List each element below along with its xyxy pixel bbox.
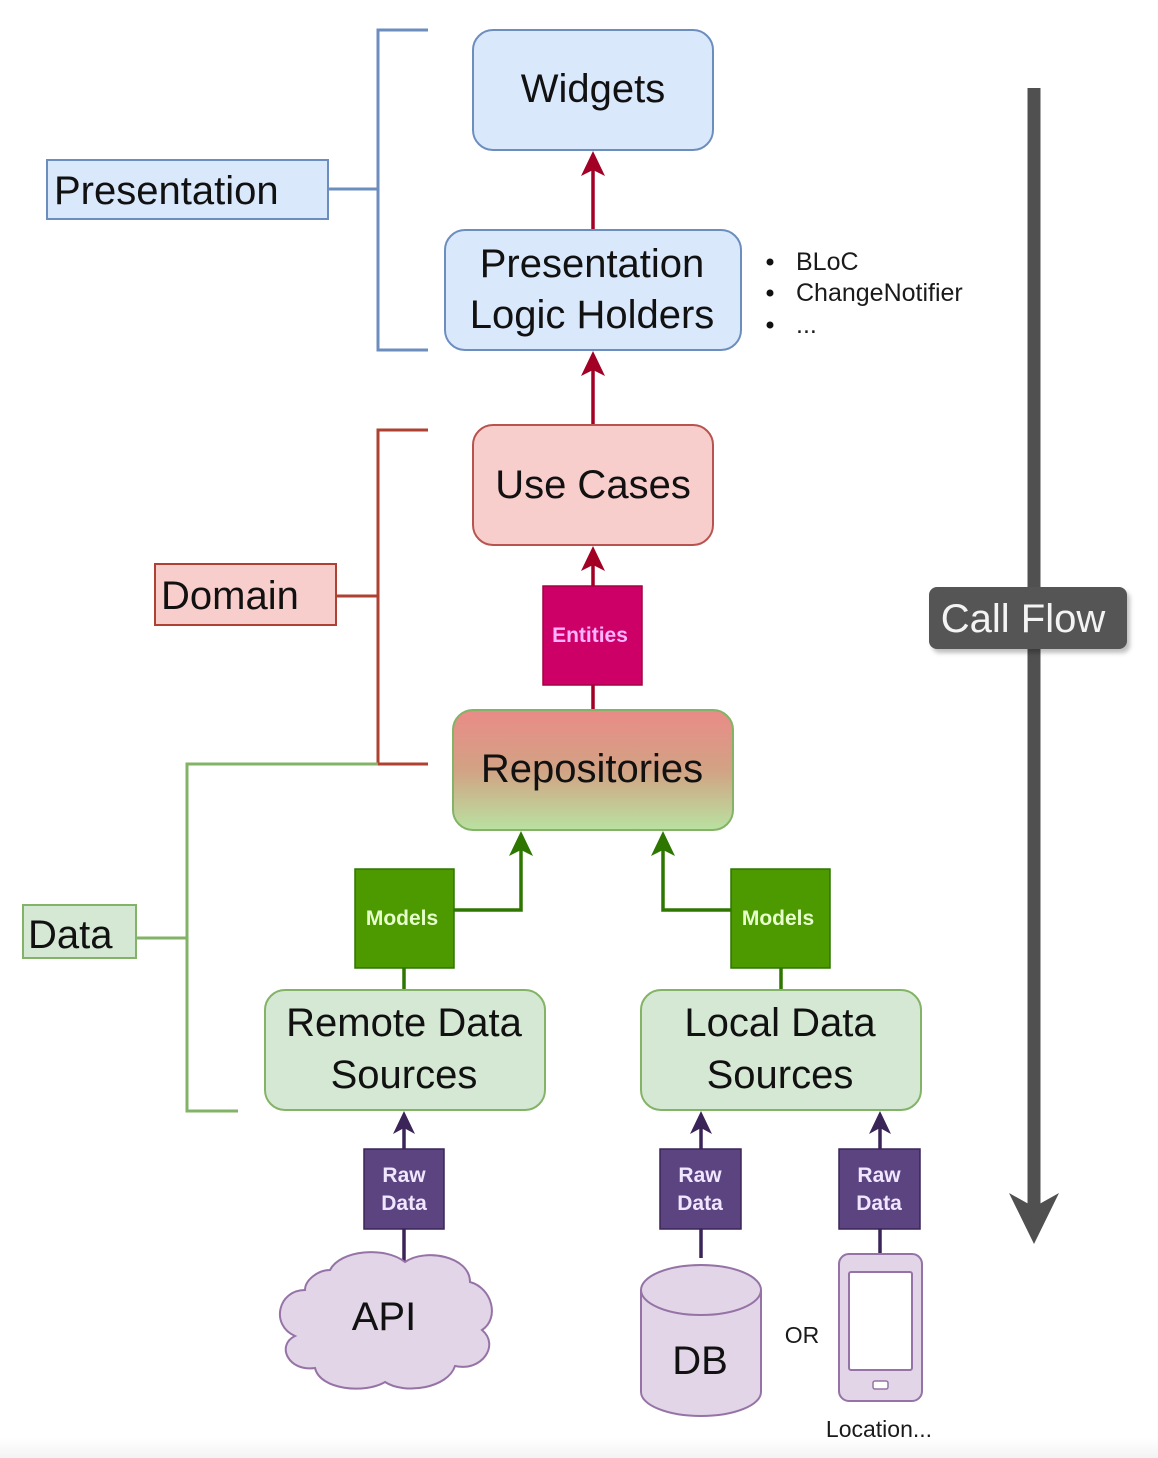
api-label: API [352, 1295, 416, 1339]
repositories-label: Repositories [481, 747, 703, 791]
raw-data-connector-db: Raw Data [659, 1148, 742, 1230]
widgets-label: Widgets [521, 67, 666, 111]
raw-api-line1: Raw [382, 1164, 426, 1187]
remote-data-sources-node[interactable]: Remote Data Sources [264, 989, 546, 1111]
raw-device-line1: Raw [857, 1164, 901, 1187]
domain-layer-label: Domain [154, 563, 337, 626]
local-data-sources-node[interactable]: Local Data Sources [640, 989, 922, 1111]
presentation-layer-text: Presentation [54, 169, 279, 213]
remote-sources-line2: Sources [331, 1053, 478, 1097]
logic-holders-label-line2: Logic Holders [470, 293, 715, 337]
entities-connector: Entities [542, 585, 643, 686]
architecture-diagram: Presentation Domain Data Widgets Present… [22, 28, 1127, 1442]
local-sources-line2: Sources [707, 1053, 854, 1097]
example-bloc: BLoC [796, 248, 859, 276]
arrow-logic-to-widgets [581, 151, 605, 230]
raw-db-line2: Data [677, 1192, 723, 1215]
domain-layer-bracket [336, 428, 428, 766]
raw-device-line2: Data [856, 1192, 902, 1215]
call-flow-arrow [1009, 88, 1059, 1244]
raw-data-connector-device: Raw Data [838, 1148, 921, 1230]
presentation-layer-label: Presentation [46, 159, 329, 220]
db-cylinder[interactable]: DB [640, 1264, 762, 1417]
local-sources-line1: Local Data [684, 1001, 876, 1045]
arrow-usecases-to-logic [581, 351, 605, 424]
smartphone-icon [838, 1253, 923, 1402]
models-connector-remote: Models [354, 868, 455, 969]
widgets-node[interactable]: Widgets [472, 29, 714, 151]
example-changenotifier: ChangeNotifier [796, 279, 963, 307]
call-flow-badge: Call Flow [929, 587, 1127, 649]
logic-holder-examples-list: BLoC ChangeNotifier ... [766, 248, 963, 339]
api-cloud[interactable]: API [278, 1251, 493, 1390]
models-label-remote: Models [366, 907, 438, 930]
raw-db-line1: Raw [678, 1164, 722, 1187]
domain-layer-text: Domain [161, 574, 299, 618]
or-label: OR [785, 1322, 820, 1348]
models-label-local: Models [742, 907, 814, 930]
remote-sources-line1: Remote Data [286, 1001, 522, 1045]
db-label: DB [672, 1339, 728, 1383]
device-caption: Location... [826, 1416, 932, 1442]
call-flow-label: Call Flow [941, 597, 1106, 641]
device-node[interactable]: Location... [826, 1253, 932, 1442]
example-ellipsis: ... [796, 311, 817, 339]
raw-api-line2: Data [381, 1192, 427, 1215]
data-layer-text: Data [28, 913, 113, 957]
models-connector-local: Models [730, 868, 831, 969]
logic-holders-label-line1: Presentation [480, 242, 705, 286]
entities-label: Entities [552, 624, 628, 647]
repositories-node[interactable]: Repositories [452, 709, 734, 831]
logic-holders-node[interactable]: Presentation Logic Holders [444, 229, 742, 351]
data-layer-label: Data [22, 904, 137, 959]
presentation-layer-bracket [328, 28, 428, 352]
raw-data-connector-api: Raw Data [363, 1148, 445, 1230]
use-cases-label: Use Cases [495, 463, 691, 507]
use-cases-node[interactable]: Use Cases [472, 424, 714, 546]
